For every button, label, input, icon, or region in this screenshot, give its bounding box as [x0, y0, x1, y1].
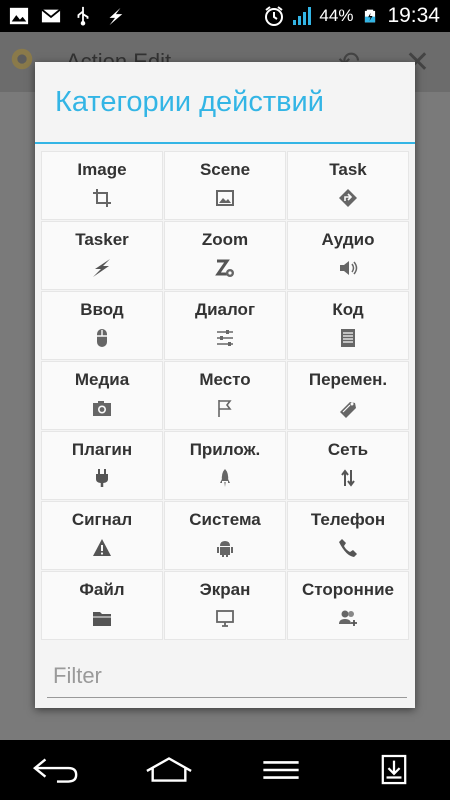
- category-label: Zoom: [201, 230, 249, 249]
- filter-input[interactable]: [47, 658, 407, 694]
- tasker-bolt-icon: [104, 5, 126, 27]
- category-label: Код: [332, 300, 364, 319]
- category-label: Сторонние: [302, 580, 394, 599]
- tag-icon: [337, 397, 359, 419]
- action-category-dialog: Категории действий Image Scene Task Task…: [35, 62, 415, 708]
- category-label: Диалог: [194, 300, 256, 319]
- picture-icon: [214, 187, 236, 209]
- up-down-arrows-icon: [337, 467, 359, 489]
- category-alert[interactable]: Сигнал: [41, 501, 163, 570]
- category-third-party[interactable]: Сторонние: [287, 571, 409, 640]
- category-label: Task: [329, 160, 367, 179]
- category-task[interactable]: Task: [287, 151, 409, 220]
- document-icon: [337, 327, 359, 349]
- category-label: Место: [199, 370, 251, 389]
- zoom-gear-icon: [214, 257, 236, 279]
- category-label: Сеть: [327, 440, 369, 459]
- clock: 19:34: [387, 4, 440, 27]
- category-label: Tasker: [75, 230, 129, 249]
- category-variables[interactable]: Перемен.: [287, 361, 409, 430]
- category-label: Экран: [199, 580, 251, 599]
- dialog-title: Категории действий: [35, 62, 415, 144]
- category-grid: Image Scene Task Tasker Zoom Аудио Ввод …: [41, 151, 409, 640]
- category-label: Сигнал: [71, 510, 133, 529]
- category-zoom[interactable]: Zoom: [164, 221, 286, 290]
- back-arrow-icon: [33, 758, 78, 783]
- mouse-icon: [91, 327, 113, 349]
- battery-icon: [359, 5, 381, 27]
- category-label: Медиа: [74, 370, 130, 389]
- status-bar: 44% 19:34: [0, 0, 450, 32]
- folder-icon: [91, 607, 113, 629]
- speaker-icon: [337, 257, 359, 279]
- signal-icon: [291, 5, 313, 27]
- warning-icon: [91, 537, 113, 559]
- category-display[interactable]: Экран: [164, 571, 286, 640]
- back-button[interactable]: [26, 748, 86, 792]
- rocket-icon: [214, 467, 236, 489]
- menu-icon: [263, 761, 299, 779]
- android-icon: [214, 537, 236, 559]
- monitor-icon: [214, 607, 236, 629]
- filter-field: [47, 658, 407, 698]
- category-network[interactable]: Сеть: [287, 431, 409, 500]
- notification-tray-icon: [381, 754, 407, 785]
- plug-icon: [91, 467, 113, 489]
- battery-percent: 44%: [319, 6, 354, 25]
- category-scene[interactable]: Scene: [164, 151, 286, 220]
- category-plugin[interactable]: Плагин: [41, 431, 163, 500]
- category-label: Image: [77, 160, 127, 179]
- crop-icon: [91, 187, 113, 209]
- category-system[interactable]: Система: [164, 501, 286, 570]
- app-logo-icon: [8, 45, 36, 79]
- category-label: Система: [189, 510, 261, 529]
- category-tasker[interactable]: Tasker: [41, 221, 163, 290]
- category-image[interactable]: Image: [41, 151, 163, 220]
- category-apps[interactable]: Прилож.: [164, 431, 286, 500]
- category-label: Scene: [199, 160, 251, 179]
- category-file[interactable]: Файл: [41, 571, 163, 640]
- category-media[interactable]: Медиа: [41, 361, 163, 430]
- people-add-icon: [337, 607, 359, 629]
- category-audio[interactable]: Аудио: [287, 221, 409, 290]
- category-code[interactable]: Код: [287, 291, 409, 360]
- category-dialog[interactable]: Диалог: [164, 291, 286, 360]
- category-input[interactable]: Ввод: [41, 291, 163, 360]
- category-label: Телефон: [310, 510, 386, 529]
- category-label: Плагин: [71, 440, 133, 459]
- navigation-bar: [0, 740, 450, 800]
- sliders-icon: [214, 327, 236, 349]
- camera-icon: [91, 397, 113, 419]
- category-location[interactable]: Место: [164, 361, 286, 430]
- menu-button[interactable]: [251, 748, 311, 792]
- bolt-icon: [91, 257, 113, 279]
- category-label: Прилож.: [189, 440, 261, 459]
- usb-icon: [72, 5, 94, 27]
- category-label: Ввод: [80, 300, 124, 319]
- diamond-arrow-icon: [337, 187, 359, 209]
- image-icon: [8, 5, 30, 27]
- flag-icon: [214, 397, 236, 419]
- category-label: Файл: [79, 580, 125, 599]
- home-button[interactable]: [139, 748, 199, 792]
- alarm-icon: [263, 5, 285, 27]
- home-icon: [146, 757, 192, 782]
- mail-icon: [40, 5, 62, 27]
- category-phone[interactable]: Телефон: [287, 501, 409, 570]
- category-label: Аудио: [321, 230, 375, 249]
- phone-icon: [337, 537, 359, 559]
- notifications-button[interactable]: [364, 748, 424, 792]
- category-label: Перемен.: [308, 370, 388, 389]
